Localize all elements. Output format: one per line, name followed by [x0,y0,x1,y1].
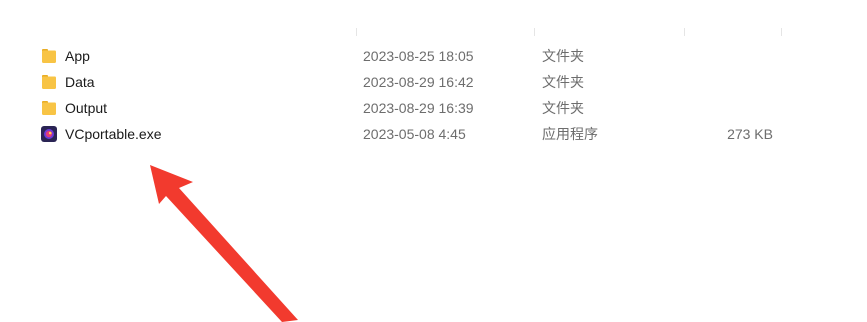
file-row-data[interactable]: Data 2023-08-29 16:42 文件夹 [0,69,867,95]
file-type: 文件夹 [542,48,584,64]
file-type: 应用程序 [542,126,598,142]
file-date-modified: 2023-08-29 16:39 [363,100,474,116]
column-divider[interactable] [356,28,357,36]
file-row-vcportable-exe[interactable]: VCportable.exe 2023-05-08 4:45 应用程序 273 … [0,121,867,147]
column-header-dividers [0,28,867,38]
red-arrow-shape [150,165,298,322]
column-divider[interactable] [684,28,685,36]
file-type: 文件夹 [542,74,584,90]
file-row-app[interactable]: App 2023-08-25 18:05 文件夹 [0,43,867,69]
folder-icon [40,47,58,65]
column-divider[interactable] [781,28,782,36]
file-list: App 2023-08-25 18:05 文件夹 Data 2023-08-29… [0,43,867,147]
file-date-modified: 2023-08-25 18:05 [363,48,474,64]
file-size: 273 KB [727,126,773,142]
file-name[interactable]: Output [65,95,107,121]
column-divider[interactable] [534,28,535,36]
application-icon [40,125,58,143]
folder-icon [40,99,58,117]
file-type: 文件夹 [542,100,584,116]
file-name[interactable]: Data [65,69,95,95]
file-row-output[interactable]: Output 2023-08-29 16:39 文件夹 [0,95,867,121]
file-date-modified: 2023-08-29 16:42 [363,74,474,90]
file-name[interactable]: VCportable.exe [65,121,162,147]
folder-icon [40,73,58,91]
file-date-modified: 2023-05-08 4:45 [363,126,466,142]
file-name[interactable]: App [65,43,90,69]
